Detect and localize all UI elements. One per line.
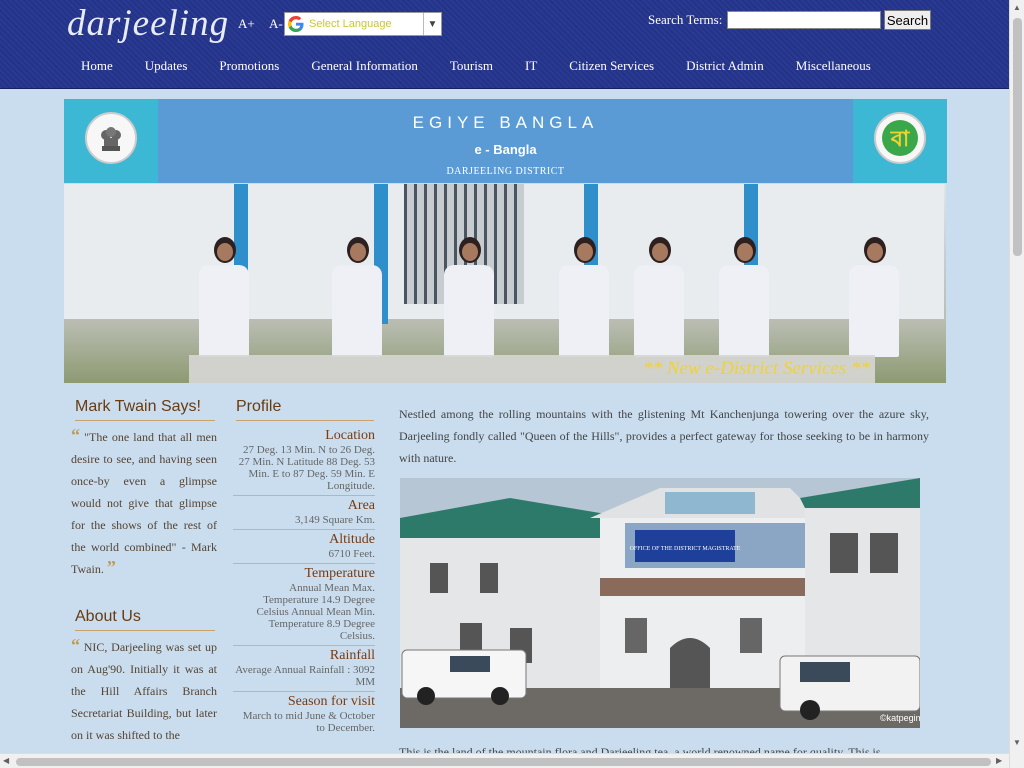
student [719,237,771,357]
search-button[interactable]: Search [884,10,931,30]
student [332,237,384,357]
nav-updates[interactable]: Updates [129,58,204,74]
scroll-down-icon[interactable]: ▼ [1013,738,1021,747]
profile-heading: Profile [236,398,374,421]
nav-district-admin[interactable]: District Admin [670,58,780,74]
office-sign: OFFICE OF THE DISTRICT MAGISTRATE [630,546,741,552]
nav-citizen-services[interactable]: Citizen Services [553,58,670,74]
search-input[interactable] [727,11,881,29]
nav-general-information[interactable]: General Information [295,58,433,74]
horizontal-scrollbar[interactable]: ◀ ▶ [0,753,1009,768]
mark-twain-heading: Mark Twain Says! [75,398,215,421]
main-nav: Home Updates Promotions General Informat… [65,58,887,74]
banner-title: EGIYE BANGLA [412,113,599,132]
about-us-text-block: “ NIC, Darjeeling was set up on Aug'90. … [71,636,217,746]
site-logo[interactable]: darjeeling [67,2,229,45]
student [634,237,686,357]
nav-home[interactable]: Home [65,58,129,74]
banner-caption[interactable]: ** New e-District Services ** [189,355,875,383]
mark-twain-quote-text: "The one land that all men desire to see… [71,430,217,576]
profile-item: Temperature Annual Mean Max. Temperature… [233,564,375,646]
profile-item-value: Annual Mean Max. Temperature 14.9 Degree… [256,582,375,642]
profile-item-heading: Area [347,498,375,513]
quote-open-icon: “ [71,636,80,655]
profile-item-value: March to mid June & October to December. [242,710,375,734]
profile-item: Rainfall Average Annual Rainfall : 3092 … [233,646,375,692]
nav-promotions[interactable]: Promotions [203,58,295,74]
scrollbar-thumb[interactable] [16,758,991,766]
student [559,237,611,357]
nav-tourism[interactable]: Tourism [434,58,509,74]
quote-close-icon: ” [106,557,116,577]
chevron-down-icon[interactable]: ▼ [423,13,441,35]
profile-item-value: 3,149 Square Km. [294,514,375,526]
profile-item: Area 3,149 Square Km. [233,496,375,530]
about-us-heading: About Us [75,608,215,631]
site-header: darjeeling A+ A- Select Language ▼ Searc… [0,0,1009,89]
scrollbar-thumb[interactable] [1013,18,1022,256]
profile-item-heading: Temperature [304,566,375,581]
students-bicycles-photo[interactable]: ** New e-District Services ** [64,184,946,383]
profile-list: Location 27 Deg. 13 Min. N to 26 Deg. 27… [233,426,375,737]
profile-item: Season for visit March to mid June & Oct… [233,692,375,737]
nav-it[interactable]: IT [509,58,553,74]
profile-item-heading: Season for visit [287,694,375,709]
intro-paragraph: Nestled among the rolling mountains with… [399,407,929,465]
photo-watermark: ©katpegimana [880,713,920,723]
search-label: Search Terms: [648,12,723,27]
translate-label: Select Language [309,18,392,30]
student [199,237,251,357]
egiye-bangla-banner[interactable]: বা EGIYE BANGLA e - Bangla DARJEELING DI… [64,99,947,183]
mark-twain-quote: “ "The one land that all men desire to s… [71,426,217,580]
banner-subtitle: e - Bangla [474,142,537,157]
banner-district: DARJEELING DISTRICT [446,166,565,177]
scroll-left-icon[interactable]: ◀ [3,756,9,765]
profile-item: Altitude 6710 Feet. [233,530,375,564]
profile-item-value: 6710 Feet. [328,548,375,560]
profile-item-value: 27 Deg. 13 Min. N to 26 Deg. 27 Min. N L… [238,444,375,492]
translate-select[interactable]: Select Language ▼ [284,12,442,36]
google-icon [285,13,307,35]
vertical-scrollbar[interactable]: ▲ ▼ [1009,0,1024,768]
about-us-text: NIC, Darjeeling was set up on Aug'90. In… [71,640,217,742]
quote-open-icon: “ [71,425,80,445]
scroll-right-icon[interactable]: ▶ [996,756,1002,765]
profile-item: Location 27 Deg. 13 Min. N to 26 Deg. 27… [233,426,375,496]
student [444,237,496,357]
font-decrease-button[interactable]: A- [269,16,283,32]
profile-item-heading: Rainfall [329,648,375,663]
scroll-up-icon[interactable]: ▲ [1013,3,1021,12]
nav-miscellaneous[interactable]: Miscellaneous [780,58,887,74]
profile-item-heading: Location [325,428,375,443]
profile-item-value: Average Annual Rainfall : 3092 MM [235,664,375,688]
font-increase-button[interactable]: A+ [238,16,255,32]
district-magistrate-office-photo: OFFICE OF THE DISTRICT MAGISTRATE ©katpe… [400,478,920,728]
profile-item-heading: Altitude [329,532,375,547]
student [849,237,901,357]
